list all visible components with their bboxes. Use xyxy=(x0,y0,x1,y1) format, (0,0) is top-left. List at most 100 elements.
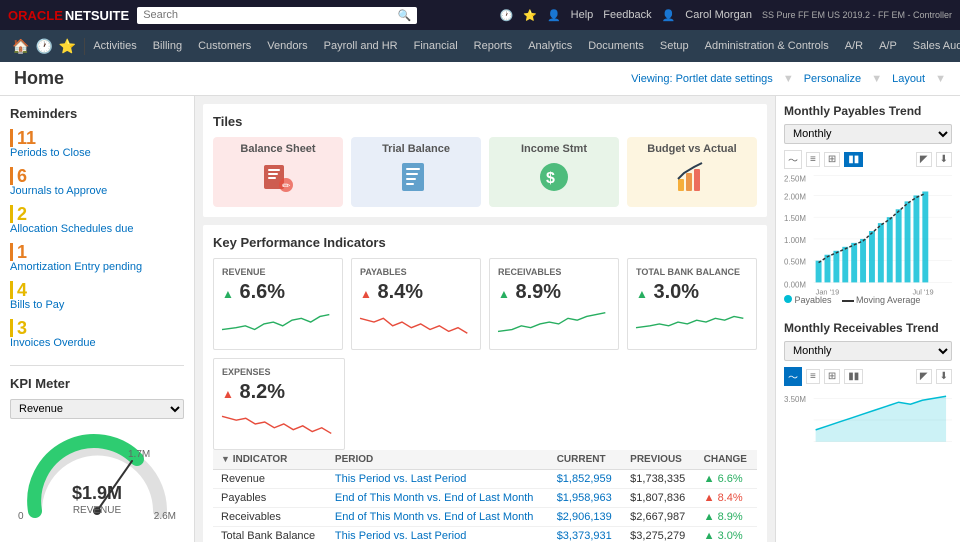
revenue-sparkline xyxy=(222,308,334,341)
table-view-btn[interactable]: ⊞ xyxy=(824,152,840,167)
bank-sparkline xyxy=(636,308,748,341)
reminder-2[interactable]: 6 Journals to Approve xyxy=(10,167,184,197)
main-content: Reminders 11 Periods to Close 6 Journals… xyxy=(0,96,960,542)
svg-text:2.50M: 2.50M xyxy=(784,175,806,184)
monthly-receivables-title: Monthly Receivables Trend xyxy=(784,321,952,335)
kpi-meter-select[interactable]: Revenue Payables Receivables xyxy=(10,399,184,419)
user-icon[interactable]: 👤 xyxy=(547,9,561,22)
reminder-3[interactable]: 2 Allocation Schedules due xyxy=(10,205,184,235)
nav-vendors[interactable]: Vendors xyxy=(259,30,315,62)
payables-legend-item: Payables xyxy=(784,295,832,305)
tile-balance-sheet[interactable]: Balance Sheet ✏ xyxy=(213,137,343,207)
page-header: Home Viewing: Portlet date settings ▼ Pe… xyxy=(0,62,960,96)
tile-income-stmt[interactable]: Income Stmt $ xyxy=(489,137,619,207)
th-period[interactable]: PERIOD xyxy=(327,450,549,470)
expenses-sparkline xyxy=(222,408,336,441)
balance-sheet-icon: ✏ xyxy=(260,159,296,202)
top-right-actions: 🕐 ⭐ 👤 Help Feedback 👤 Carol Morgan SS Pu… xyxy=(500,9,952,22)
bar-line-btn[interactable]: ≡ xyxy=(806,152,820,167)
layout-button[interactable]: Layout xyxy=(892,73,925,85)
kpi-meter-title: KPI Meter xyxy=(10,376,184,391)
bar-line-btn-r[interactable]: ≡ xyxy=(806,369,820,384)
nav-items: Activities Billing Customers Vendors Pay… xyxy=(85,30,960,62)
area-chart-btn[interactable]: ◤ xyxy=(916,152,932,167)
feedback-link[interactable]: Feedback xyxy=(603,9,651,21)
clock-icon[interactable]: 🕐 xyxy=(500,9,514,22)
payables-chart-svg: 0.00M 0.50M 1.00M 1.50M 2.00M 2.50M xyxy=(784,173,952,293)
nav-analytics[interactable]: Analytics xyxy=(520,30,580,62)
download-btn[interactable]: ⬇ xyxy=(936,152,952,167)
area-chart-btn-r[interactable]: ◤ xyxy=(916,369,932,384)
reminder-6[interactable]: 3 Invoices Overdue xyxy=(10,319,184,349)
nav-customers[interactable]: Customers xyxy=(190,30,259,62)
search-bar[interactable]: 🔍 xyxy=(137,7,417,24)
table-row: Payables End of This Month vs. End of La… xyxy=(213,489,757,508)
user-subtitle: SS Pure FF EM US 2019.2 - FF EM - Contro… xyxy=(762,10,952,20)
reminders-section: Reminders 11 Periods to Close 6 Journals… xyxy=(10,106,184,349)
clock-nav-icon[interactable]: 🕐 xyxy=(35,38,52,55)
svg-text:Jul '19: Jul '19 xyxy=(912,287,933,296)
receivables-trend-select[interactable]: Monthly Weekly Quarterly xyxy=(784,341,952,361)
th-change[interactable]: CHANGE xyxy=(696,450,757,470)
kpi-table: ▼ INDICATOR PERIOD CURRENT PREVIOUS CHAN… xyxy=(213,450,757,542)
kpi-payables: PAYABLES ▲ 8.4% xyxy=(351,258,481,350)
star-icon[interactable]: ⭐ xyxy=(523,9,537,22)
reminder-5[interactable]: 4 Bills to Pay xyxy=(10,281,184,311)
svg-text:1.50M: 1.50M xyxy=(784,214,806,223)
star-nav-icon[interactable]: ⭐ xyxy=(59,38,76,55)
reminder-1[interactable]: 11 Periods to Close xyxy=(10,129,184,159)
viewing-label[interactable]: Viewing: Portlet date settings xyxy=(631,73,773,85)
nav-payroll[interactable]: Payroll and HR xyxy=(316,30,406,62)
receivables-chart-area: 3.50M xyxy=(784,390,952,510)
line-chart-btn-r[interactable]: 〜 xyxy=(784,367,802,386)
tile-budget-vs-actual[interactable]: Budget vs Actual xyxy=(627,137,757,207)
bar-chart-btn-r[interactable]: ▮▮ xyxy=(844,369,863,384)
line-chart-btn[interactable]: 〜 xyxy=(784,150,802,169)
nav-sales-audit[interactable]: Sales Audit xyxy=(905,30,960,62)
tile-trial-balance[interactable]: Trial Balance xyxy=(351,137,481,207)
help-link[interactable]: Help xyxy=(571,9,594,21)
chart-toolbar-payables: 〜 ≡ ⊞ ▮▮ ◤ ⬇ xyxy=(784,150,952,169)
th-indicator[interactable]: ▼ INDICATOR xyxy=(213,450,327,470)
payables-chart-legend: Payables Moving Average xyxy=(784,295,952,305)
kpi-section: Key Performance Indicators REVENUE ▲ 6.6… xyxy=(203,225,767,542)
download-btn-r[interactable]: ⬇ xyxy=(936,369,952,384)
th-current[interactable]: CURRENT xyxy=(549,450,622,470)
trial-balance-icon xyxy=(398,159,434,202)
th-previous[interactable]: PREVIOUS xyxy=(622,450,695,470)
income-stmt-icon: $ xyxy=(536,159,572,202)
monthly-payables-section: Monthly Payables Trend Monthly Weekly Qu… xyxy=(784,104,952,305)
nav-billing[interactable]: Billing xyxy=(145,30,190,62)
receivables-chart-svg: 3.50M xyxy=(784,390,952,450)
table-view-btn-r[interactable]: ⊞ xyxy=(824,369,840,384)
nav-activities[interactable]: Activities xyxy=(85,30,144,62)
nav-ar[interactable]: A/R xyxy=(837,30,871,62)
header-actions: Viewing: Portlet date settings ▼ Persona… xyxy=(631,73,946,85)
gauge-value: $1.9M xyxy=(72,483,122,504)
payables-trend-select[interactable]: Monthly Weekly Quarterly xyxy=(784,124,952,144)
kpi-meter-section: KPI Meter Revenue Payables Receivables $… xyxy=(10,365,184,521)
sidebar: Reminders 11 Periods to Close 6 Journals… xyxy=(0,96,195,542)
payables-dot xyxy=(784,295,792,303)
receivables-sparkline xyxy=(498,308,610,341)
reminder-4[interactable]: 1 Amortization Entry pending xyxy=(10,243,184,273)
nav-financial[interactable]: Financial xyxy=(406,30,466,62)
oracle-text: ORACLE xyxy=(8,8,63,23)
gauge-label: REVENUE xyxy=(73,505,121,516)
nav-reports[interactable]: Reports xyxy=(466,30,521,62)
bar-chart-btn[interactable]: ▮▮ xyxy=(844,152,863,167)
nav-setup[interactable]: Setup xyxy=(652,30,697,62)
tiles-section: Tiles Balance Sheet ✏ xyxy=(203,104,767,217)
nav-ap[interactable]: A/P xyxy=(871,30,905,62)
personalize-button[interactable]: Personalize xyxy=(804,73,861,85)
search-input[interactable] xyxy=(143,9,397,21)
user-avatar: 👤 xyxy=(662,9,676,22)
chart-toolbar-receivables: 〜 ≡ ⊞ ▮▮ ◤ ⬇ xyxy=(784,367,952,386)
nav-admin[interactable]: Administration & Controls xyxy=(697,30,837,62)
home-icon[interactable]: 🏠 xyxy=(12,38,29,55)
svg-text:0.50M: 0.50M xyxy=(784,258,806,267)
netsuite-text: NETSUITE xyxy=(65,8,129,23)
nav-documents[interactable]: Documents xyxy=(580,30,652,62)
payables-sparkline xyxy=(360,308,472,341)
kpi-grid: REVENUE ▲ 6.6% PAYABLES ▲ 8.4% xyxy=(213,258,757,350)
